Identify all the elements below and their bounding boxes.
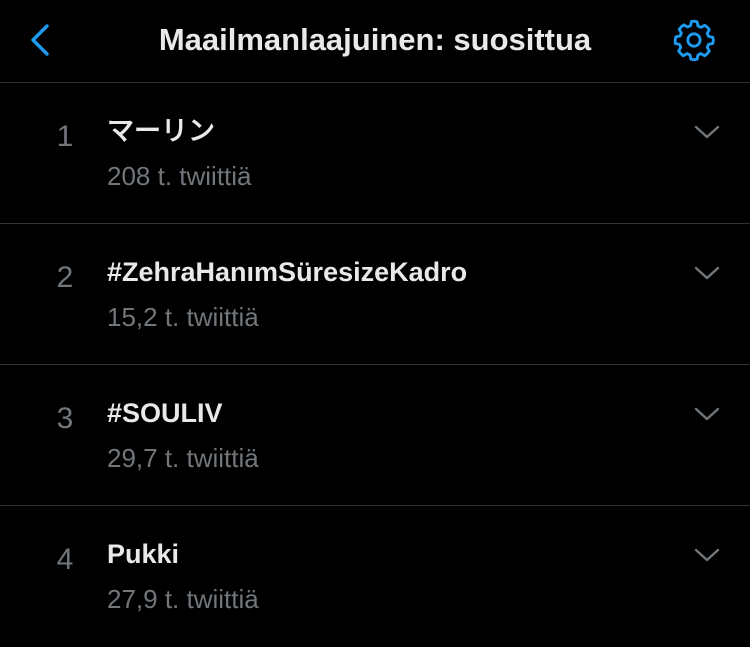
trend-more-button[interactable] <box>688 399 726 429</box>
trend-tweet-count: 29,7 t. twiittiä <box>107 443 259 473</box>
trend-rank: 2 <box>56 261 74 294</box>
chevron-down-icon <box>694 125 720 139</box>
trend-rank: 4 <box>56 543 74 576</box>
trend-row[interactable]: 3 #SOULIV 29,7 t. twiittiä <box>0 365 750 506</box>
trends-list: 1 マーリン 208 t. twiittiä 2 #ZehraHanımSüre… <box>0 83 750 647</box>
chevron-down-icon <box>694 266 720 280</box>
trend-rank: 1 <box>56 120 74 153</box>
trend-name[interactable]: #SOULIV <box>107 395 223 431</box>
trend-more-button[interactable] <box>688 540 726 570</box>
trend-row[interactable]: 1 マーリン 208 t. twiittiä <box>0 83 750 224</box>
trend-row[interactable]: 2 #ZehraHanımSüresizeKadro 15,2 t. twiit… <box>0 224 750 365</box>
trend-tweet-count: 27,9 t. twiittiä <box>107 584 259 614</box>
top-bar: Maailmanlaajuinen: suosittua <box>0 0 750 83</box>
trend-tweet-count: 208 t. twiittiä <box>107 161 252 191</box>
trend-name[interactable]: マーリン <box>107 113 215 149</box>
trend-rank: 3 <box>56 402 74 435</box>
gear-icon <box>673 19 715 62</box>
trend-more-button[interactable] <box>688 258 726 288</box>
trend-name[interactable]: #ZehraHanımSüresizeKadro <box>107 254 467 290</box>
trend-name[interactable]: Pukki <box>107 536 179 572</box>
chevron-down-icon <box>694 548 720 562</box>
trend-more-button[interactable] <box>688 117 726 147</box>
page-title: Maailmanlaajuinen: suosittua <box>158 22 592 57</box>
settings-button[interactable] <box>670 16 718 64</box>
trend-row[interactable]: 4 Pukki 27,9 t. twiittiä <box>0 506 750 647</box>
chevron-down-icon <box>694 407 720 421</box>
trend-tweet-count: 15,2 t. twiittiä <box>107 302 259 332</box>
